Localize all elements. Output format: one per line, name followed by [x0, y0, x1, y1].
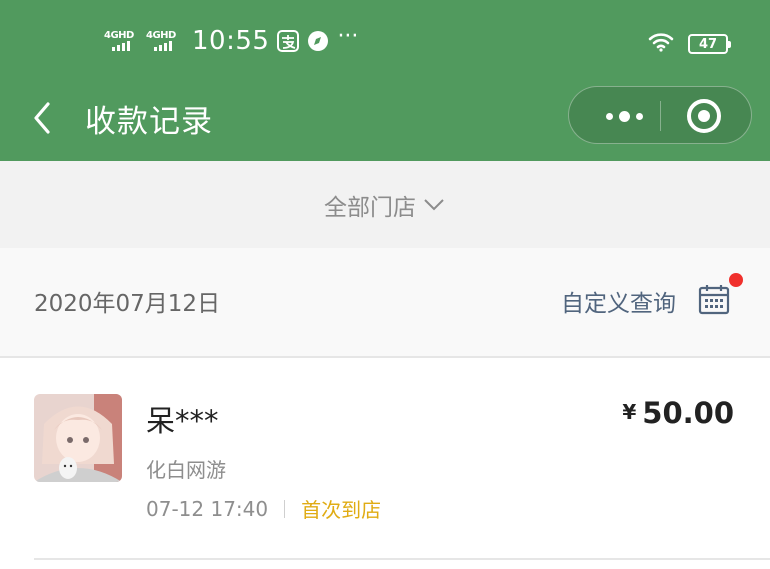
more-notifications-icon: ··· — [337, 24, 359, 49]
compass-notification-icon — [307, 30, 329, 52]
record-meta: 07-12 17:40 首次到店 — [146, 494, 381, 523]
date-header: 2020年07月12日 自定义查询 — [0, 248, 770, 358]
notification-dot — [729, 273, 743, 287]
page-title: 收款记录 — [85, 104, 213, 140]
store-filter-label: 全部门店 — [324, 194, 416, 221]
network-type-label: 4GHD — [146, 30, 176, 41]
capsule-divider — [660, 101, 661, 131]
list-divider — [34, 558, 770, 560]
miniprogram-capsule — [568, 86, 752, 144]
network-type-label: 4GHD — [104, 30, 134, 41]
more-options-button[interactable] — [589, 87, 659, 145]
payment-amount: ¥50.00 — [622, 396, 734, 430]
status-time: 10:55 — [192, 26, 270, 56]
calendar-icon[interactable] — [698, 283, 730, 315]
alipay-notification-icon — [277, 30, 300, 52]
store-filter-dropdown[interactable]: 全部门店 — [0, 161, 770, 248]
navigation-bar: 收款记录 — [0, 86, 770, 161]
back-icon[interactable] — [28, 98, 58, 138]
status-bar-right: 47 — [648, 32, 731, 56]
status-bar-left: 4GHD 4GHD 10:55 ··· — [104, 24, 359, 57]
avatar — [34, 394, 122, 482]
status-bar: 4GHD 4GHD 10:55 ··· 47 — [0, 0, 770, 86]
battery-level: 47 — [698, 36, 718, 52]
customer-name: 呆*** — [146, 404, 219, 438]
wifi-icon — [648, 32, 674, 56]
store-name: 化白网游 — [146, 458, 226, 482]
record-datetime: 07-12 17:40 — [146, 496, 269, 521]
chevron-down-icon — [422, 192, 446, 218]
selected-date: 2020年07月12日 — [34, 291, 221, 317]
list-item[interactable]: 呆*** ¥50.00 化白网游 07-12 17:40 首次到店 — [0, 360, 770, 560]
meta-divider — [284, 499, 286, 518]
first-visit-tag: 首次到店 — [301, 498, 382, 522]
currency-symbol: ¥ — [622, 400, 637, 424]
cellular-signal-icon: 4GHD — [146, 31, 180, 51]
battery-icon: 47 — [688, 34, 731, 54]
close-miniprogram-button[interactable] — [687, 99, 721, 133]
cellular-signal-icon: 4GHD — [104, 31, 138, 51]
custom-query-link[interactable]: 自定义查询 — [561, 284, 676, 318]
amount-value: 50.00 — [642, 396, 734, 430]
